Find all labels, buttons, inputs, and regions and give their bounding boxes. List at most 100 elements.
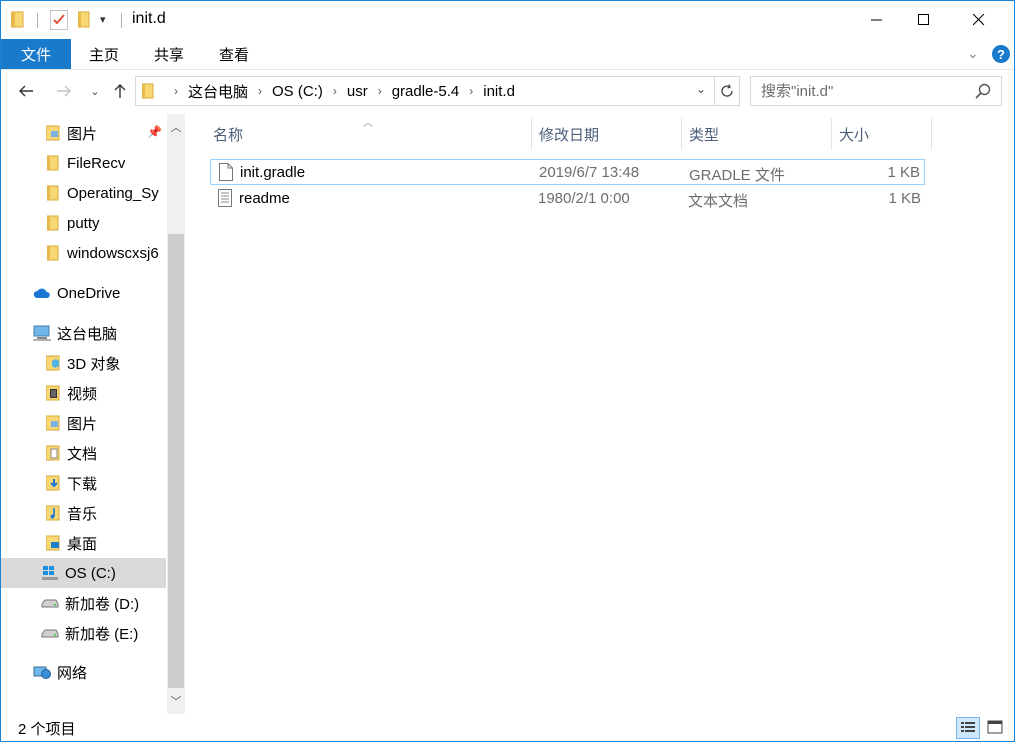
minimize-button[interactable] [854, 1, 900, 39]
sidebar-scrollbar[interactable]: ︿ ﹀ [167, 114, 185, 714]
sidebar-item-operating-sy[interactable]: Operating_Sy [1, 178, 166, 208]
breadcrumb-item[interactable]: usr [347, 83, 368, 100]
expand-ribbon-chevron-down-icon[interactable]: ⌄ [967, 45, 979, 62]
maximize-button[interactable] [901, 1, 947, 39]
navigation-pane: 图片 📌 FileRecv Operating_Sy putty windows… [1, 114, 187, 714]
breadcrumb-item[interactable]: gradle-5.4 [392, 83, 460, 100]
sidebar-item-label: 这台电脑 [57, 325, 118, 343]
sidebar-item-windowscxsj6[interactable]: windowscxsj6 [1, 238, 166, 268]
file-size: 1 KB [887, 164, 920, 181]
window-title: init.d [132, 10, 166, 27]
sidebar-item-onedrive[interactable]: OneDrive [1, 278, 166, 308]
large-icons-view-button[interactable] [984, 717, 1006, 737]
sidebar-item-label: 图片 [67, 415, 98, 433]
column-header-name[interactable]: 名称 [213, 118, 243, 150]
onedrive-cloud-icon [33, 285, 51, 301]
sidebar-item-videos[interactable]: 视频 [1, 378, 166, 408]
properties-icon[interactable] [50, 10, 68, 30]
sidebar-item-os-c[interactable]: OS (C:) [1, 558, 166, 588]
table-row[interactable]: readme 1980/2/1 0:00 文本文档 1 KB [210, 186, 925, 212]
back-arrow-icon [19, 85, 33, 97]
customize-toolbar-dropdown-icon[interactable]: ▾ [100, 13, 106, 26]
sidebar-item-putty[interactable]: putty [1, 208, 166, 238]
desktop-folder-icon [45, 535, 61, 551]
scrollbar-thumb[interactable] [168, 234, 184, 688]
sidebar-item-3d-objects[interactable]: 3D 对象 [1, 348, 166, 378]
column-divider[interactable] [531, 118, 532, 150]
file-size: 1 KB [888, 190, 921, 207]
column-header-type[interactable]: 类型 [689, 118, 719, 150]
sidebar-item-desktop[interactable]: 桌面 [1, 528, 166, 558]
file-name: init.gradle [240, 164, 306, 181]
column-divider[interactable] [931, 118, 932, 150]
sidebar-item-label: 音乐 [67, 505, 98, 523]
sidebar-item-downloads[interactable]: 下载 [1, 468, 166, 498]
windows-drive-icon [41, 565, 59, 581]
sidebar-item-label: 新加卷 (E:) [65, 625, 139, 643]
sidebar-item-label: OneDrive [57, 284, 121, 302]
breadcrumb-chevron-right-icon[interactable]: › [469, 84, 473, 98]
tab-share[interactable]: 共享 [154, 39, 184, 69]
sidebar-item-pictures-quick[interactable]: 图片 📌 [1, 118, 166, 148]
address-bar[interactable]: › 这台电脑 › OS (C:) › usr › gradle-5.4 › in… [135, 76, 715, 106]
sidebar-item-drive-e[interactable]: 新加卷 (E:) [1, 618, 166, 648]
file-type: GRADLE 文件 [689, 167, 785, 184]
breadcrumb-item[interactable]: init.d [483, 83, 515, 100]
title-bar: ▾ init.d [1, 1, 1014, 39]
sidebar-item-label: 下载 [67, 475, 98, 493]
sidebar-item-label: 文档 [67, 445, 98, 463]
breadcrumb-chevron-right-icon[interactable]: › [378, 84, 382, 98]
tab-home[interactable]: 主页 [89, 39, 119, 69]
drive-icon [41, 595, 59, 611]
sidebar-item-pictures[interactable]: 图片 [1, 408, 166, 438]
search-icon[interactable] [975, 83, 991, 99]
breadcrumb-chevron-right-icon[interactable]: › [333, 84, 337, 98]
text-file-icon [218, 189, 232, 207]
refresh-button[interactable] [715, 76, 740, 106]
help-icon[interactable]: ? [992, 45, 1010, 63]
details-view-button[interactable] [956, 717, 980, 739]
close-button[interactable] [956, 1, 1002, 39]
sidebar-item-filerecv[interactable]: FileRecv [1, 148, 166, 178]
scroll-up-chevron-icon[interactable]: ︿ [167, 120, 185, 134]
file-list: ︿ 名称 修改日期 类型 大小 init.gradle 2019/6/7 13:… [187, 114, 1014, 714]
sidebar-item-documents[interactable]: 文档 [1, 438, 166, 468]
column-divider[interactable] [831, 118, 832, 150]
ribbon-tabs: 文件 主页 共享 查看 ⌄ ? [1, 39, 1014, 70]
table-row[interactable]: init.gradle 2019/6/7 13:48 GRADLE 文件 1 K… [210, 159, 925, 185]
sidebar-item-label: FileRecv [67, 154, 126, 172]
3d-objects-folder-icon [45, 355, 61, 371]
up-button[interactable] [109, 80, 131, 102]
minimize-icon [871, 19, 882, 21]
breadcrumb-item[interactable]: OS (C:) [272, 83, 323, 100]
breadcrumb-chevron-right-icon[interactable]: › [258, 84, 262, 98]
back-button[interactable] [15, 80, 37, 102]
file-modified: 2019/6/7 13:48 [539, 164, 640, 181]
tab-file[interactable]: 文件 [1, 39, 71, 69]
pin-icon[interactable]: 📌 [147, 125, 162, 139]
sidebar-item-network[interactable]: 网络 [1, 657, 166, 687]
tab-view[interactable]: 查看 [219, 39, 249, 69]
search-box[interactable] [750, 76, 1002, 106]
sidebar-item-this-pc[interactable]: 这台电脑 [1, 318, 166, 348]
refresh-icon [721, 84, 733, 97]
recent-locations-chevron-down-icon[interactable]: ⌄ [84, 80, 106, 102]
new-folder-icon[interactable] [78, 11, 90, 28]
sidebar-item-label: 网络 [57, 664, 88, 682]
downloads-folder-icon [45, 475, 61, 491]
item-count: 2 个项目 [18, 721, 76, 738]
sidebar-item-music[interactable]: 音乐 [1, 498, 166, 528]
sidebar-item-drive-d[interactable]: 新加卷 (D:) [1, 588, 166, 618]
sidebar-item-label: windowscxsj6 [67, 244, 159, 262]
blank-file-icon [219, 163, 233, 181]
search-input[interactable] [759, 81, 973, 101]
scroll-down-chevron-icon[interactable]: ﹀ [167, 694, 185, 708]
breadcrumb-item[interactable]: 这台电脑 [188, 81, 248, 102]
address-history-chevron-down-icon[interactable]: ⌄ [696, 82, 706, 96]
column-header-modified[interactable]: 修改日期 [539, 118, 599, 150]
column-divider[interactable] [681, 118, 682, 150]
forward-button[interactable] [53, 80, 75, 102]
column-header-size[interactable]: 大小 [839, 118, 869, 150]
sidebar-item-label: OS (C:) [65, 564, 116, 582]
breadcrumb-chevron-right-icon[interactable]: › [174, 84, 178, 98]
